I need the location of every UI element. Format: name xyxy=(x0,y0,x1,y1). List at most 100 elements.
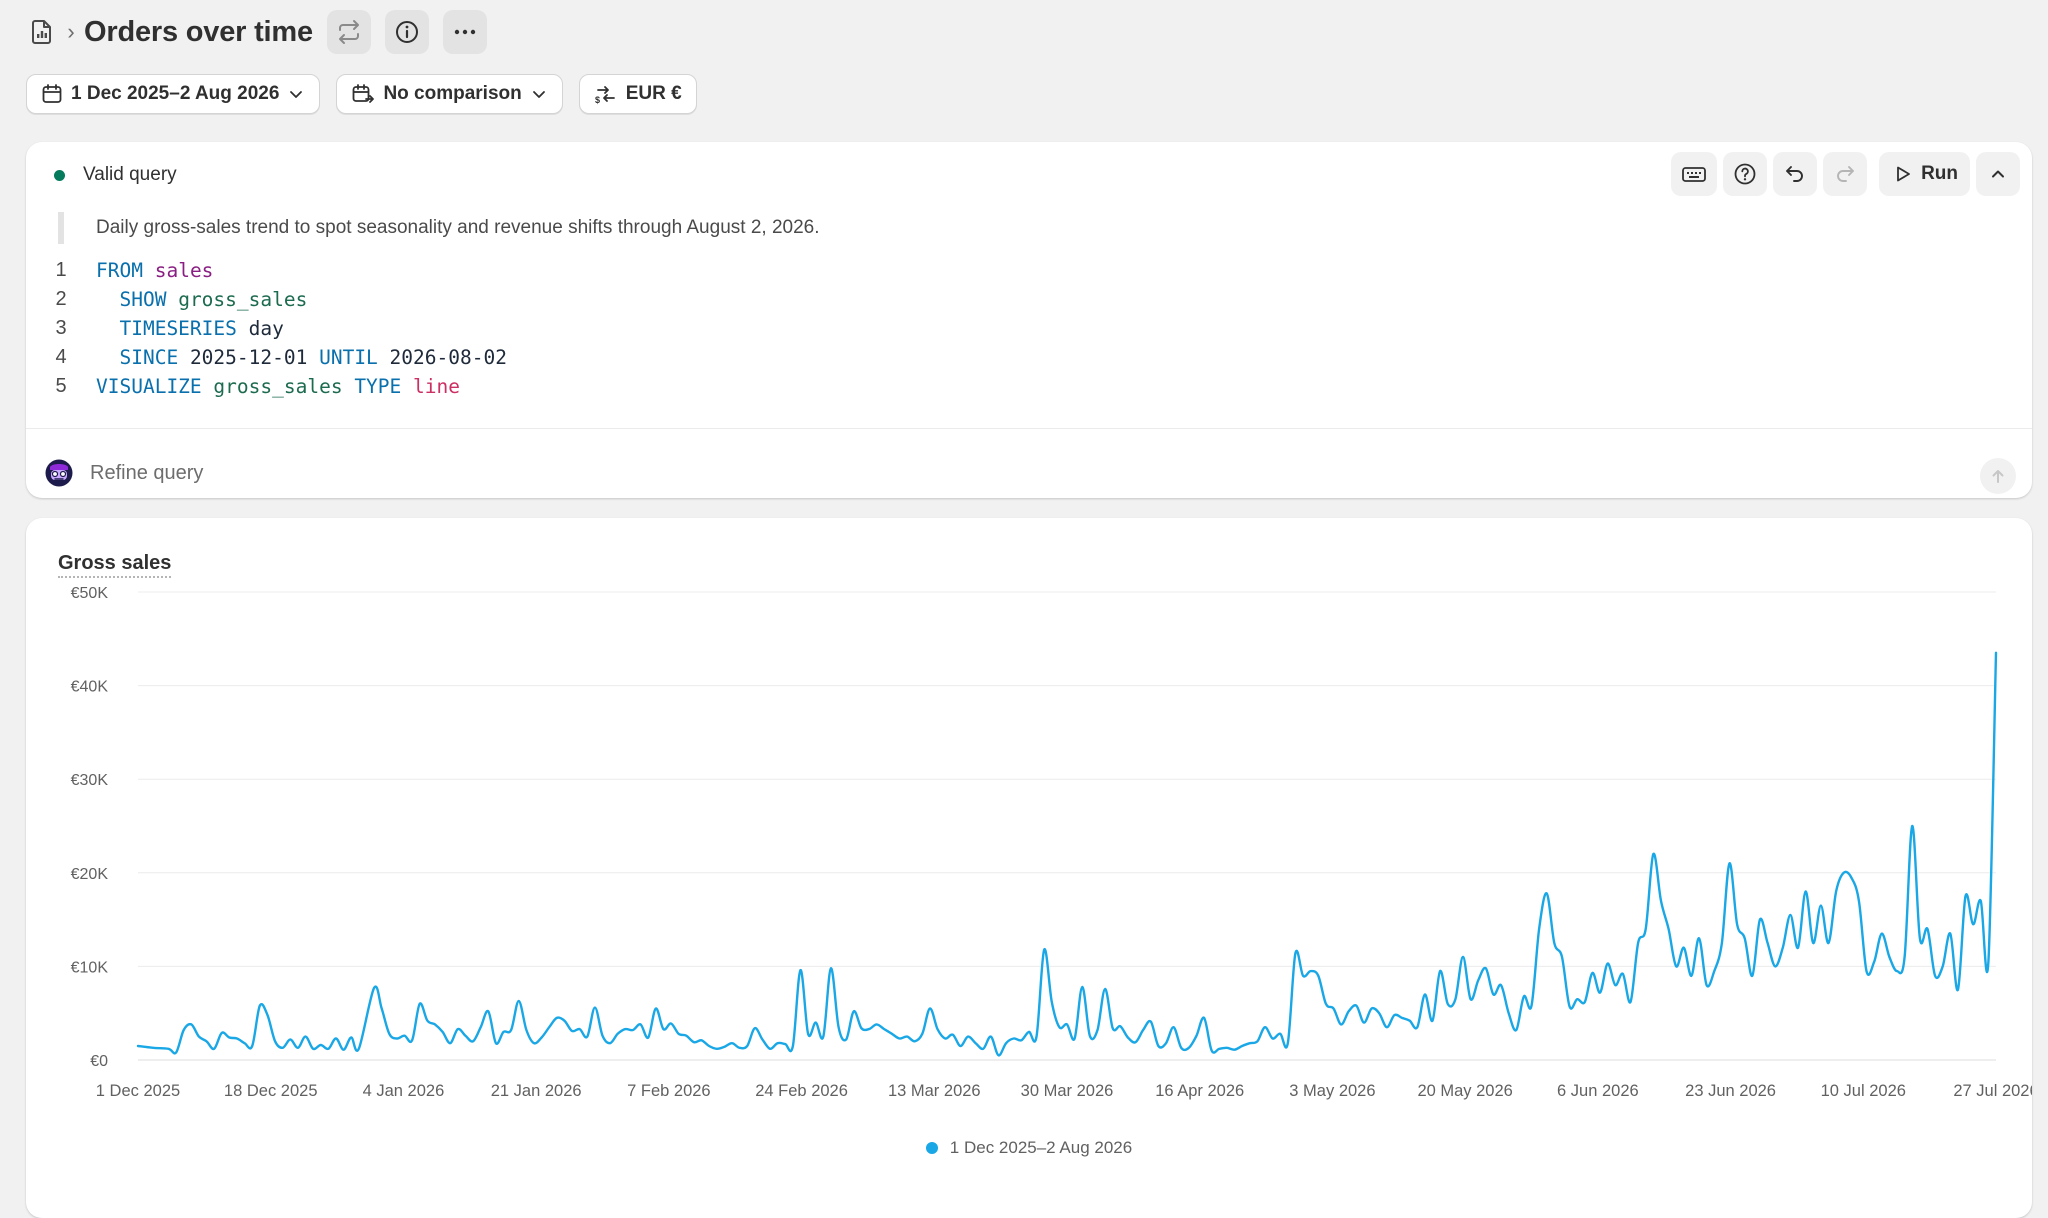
collapse-editor-button[interactable] xyxy=(1976,152,2020,196)
code-token: TYPE xyxy=(354,375,402,398)
code-token: 2025-12-01 xyxy=(189,346,308,369)
run-label: Run xyxy=(1921,163,1958,184)
x-tick-label: 4 Jan 2026 xyxy=(363,1082,445,1100)
code-line[interactable]: 2 SHOW gross_sales xyxy=(46,285,507,314)
x-tick-label: 27 Jul 2026 xyxy=(1953,1082,2032,1100)
undo-icon xyxy=(1786,166,1803,182)
code-text: FROM sales xyxy=(96,256,213,285)
undo-button[interactable] xyxy=(1773,152,1818,196)
code-line[interactable]: 1 FROM sales xyxy=(46,256,507,285)
code-token: sales xyxy=(154,259,214,282)
submit-refine-button[interactable] xyxy=(1980,458,2016,494)
arrow-up-icon xyxy=(1992,470,2004,483)
code-token: UNTIL xyxy=(319,346,378,369)
y-tick-label: €30K xyxy=(71,772,109,789)
x-tick-label: 16 Apr 2026 xyxy=(1155,1082,1244,1100)
currency-label: EUR € xyxy=(625,83,682,104)
code-token: gross_sales xyxy=(178,288,308,311)
code-editor[interactable]: 1 FROM sales 2 SHOW gross_sales 3 TIMESERIE… xyxy=(46,256,507,401)
x-tick-label: 23 Jun 2026 xyxy=(1685,1082,1776,1100)
repeat-icon xyxy=(338,20,359,44)
chevron-down-icon xyxy=(290,91,303,98)
line-chart: €0 €10K €20K €30K €40K €50K 1 Dec 2025 18 Dec 2… xyxy=(71,585,2032,1100)
comparison-picker[interactable]: No comparison xyxy=(336,74,563,114)
series-line-gross-sales[interactable] xyxy=(136,651,1998,1057)
code-line[interactable]: 3 TIMESERIES day xyxy=(46,314,507,343)
info-icon xyxy=(395,21,418,43)
date-range-label: 1 Dec 2025–2 Aug 2026 xyxy=(71,83,280,104)
legend-swatch xyxy=(925,1142,938,1154)
code-token: TIMESERIES xyxy=(96,317,237,340)
help-button[interactable] xyxy=(1723,152,1768,196)
date-range-picker[interactable]: 1 Dec 2025–2 Aug 2026 xyxy=(26,74,321,114)
x-tick-label: 24 Feb 2026 xyxy=(755,1082,848,1100)
x-tick-label: 30 Mar 2026 xyxy=(1021,1082,1114,1100)
code-text: TIMESERIES day xyxy=(96,314,284,343)
query-description: Daily gross-sales trend to spot seasonal… xyxy=(58,212,819,244)
run-button[interactable]: Run xyxy=(1879,152,1970,196)
legend-label: 1 Dec 2025–2 Aug 2026 xyxy=(949,1138,1133,1157)
code-token: gross_sales xyxy=(213,375,343,398)
x-tick-label: 18 Dec 2025 xyxy=(224,1082,318,1100)
chart-legend[interactable]: 1 Dec 2025–2 Aug 2026 xyxy=(26,1138,2032,1158)
code-line[interactable]: 4 SINCE 2025-12-01 UNTIL 2026-08-02 xyxy=(46,343,507,372)
x-tick-label: 20 May 2026 xyxy=(1417,1082,1512,1100)
x-tick-label: 1 Dec 2025 xyxy=(96,1082,180,1100)
chevron-up-icon xyxy=(1992,170,2004,178)
title-bar: › Orders over time xyxy=(26,8,501,56)
y-tick-label: €0 xyxy=(90,1053,108,1070)
x-tick-label: 13 Mar 2026 xyxy=(888,1082,981,1100)
calendar-compare-icon xyxy=(353,84,375,103)
page-title: Orders over time xyxy=(84,15,313,48)
chevron-down-icon xyxy=(532,91,545,98)
keyboard-shortcuts-button[interactable] xyxy=(1671,152,1718,196)
code-text: VISUALIZE gross_sales TYPE line xyxy=(96,372,460,401)
currency-picker[interactable]: $ EUR € xyxy=(578,74,697,114)
svg-text:$: $ xyxy=(595,95,600,105)
query-status-label: Valid query xyxy=(83,164,177,185)
code-token: day xyxy=(248,317,284,340)
currency-exchange-icon: $ xyxy=(595,86,615,105)
code-token: line xyxy=(413,375,460,398)
info-button[interactable] xyxy=(384,10,429,54)
status-dot-icon xyxy=(54,169,65,181)
editor-toolbar: Run xyxy=(1671,152,2020,196)
sync-button[interactable] xyxy=(326,10,371,54)
code-token: FROM xyxy=(96,259,143,282)
report-icon[interactable] xyxy=(26,16,58,48)
refine-query-input[interactable]: Refine query xyxy=(90,462,203,485)
calendar-icon xyxy=(42,84,62,103)
question-icon xyxy=(1734,163,1756,185)
x-tick-label: 7 Feb 2026 xyxy=(627,1082,710,1100)
x-tick-label: 21 Jan 2026 xyxy=(491,1082,582,1100)
line-number: 1 xyxy=(55,259,67,281)
code-token: 2026-08-02 xyxy=(389,346,507,369)
divider xyxy=(26,428,2032,429)
y-tick-label: €40K xyxy=(71,679,109,696)
x-tick-label: 10 Jul 2026 xyxy=(1821,1082,1906,1100)
query-editor-card: Valid query Run Daily gross-sales trend … xyxy=(26,142,2032,498)
code-text: SHOW gross_sales xyxy=(96,285,307,314)
ellipsis-icon xyxy=(454,29,476,35)
more-actions-button[interactable] xyxy=(442,10,487,54)
code-line[interactable]: 5 VISUALIZE gross_sales TYPE line xyxy=(46,372,507,401)
code-token: SINCE xyxy=(96,346,179,369)
x-tick-label: 3 May 2026 xyxy=(1289,1082,1375,1100)
code-token: SHOW xyxy=(96,288,167,311)
play-icon xyxy=(1897,166,1910,182)
breadcrumb-separator: › xyxy=(67,19,75,44)
redo-button[interactable] xyxy=(1823,152,1868,196)
redo-icon xyxy=(1837,166,1855,182)
x-tick-label: 6 Jun 2026 xyxy=(1557,1082,1639,1100)
comparison-label: No comparison xyxy=(383,83,522,104)
y-tick-label: €50K xyxy=(71,585,109,602)
filter-bar: 1 Dec 2025–2 Aug 2026 No comparison $ EU… xyxy=(26,74,697,114)
y-tick-label: €20K xyxy=(71,866,109,883)
